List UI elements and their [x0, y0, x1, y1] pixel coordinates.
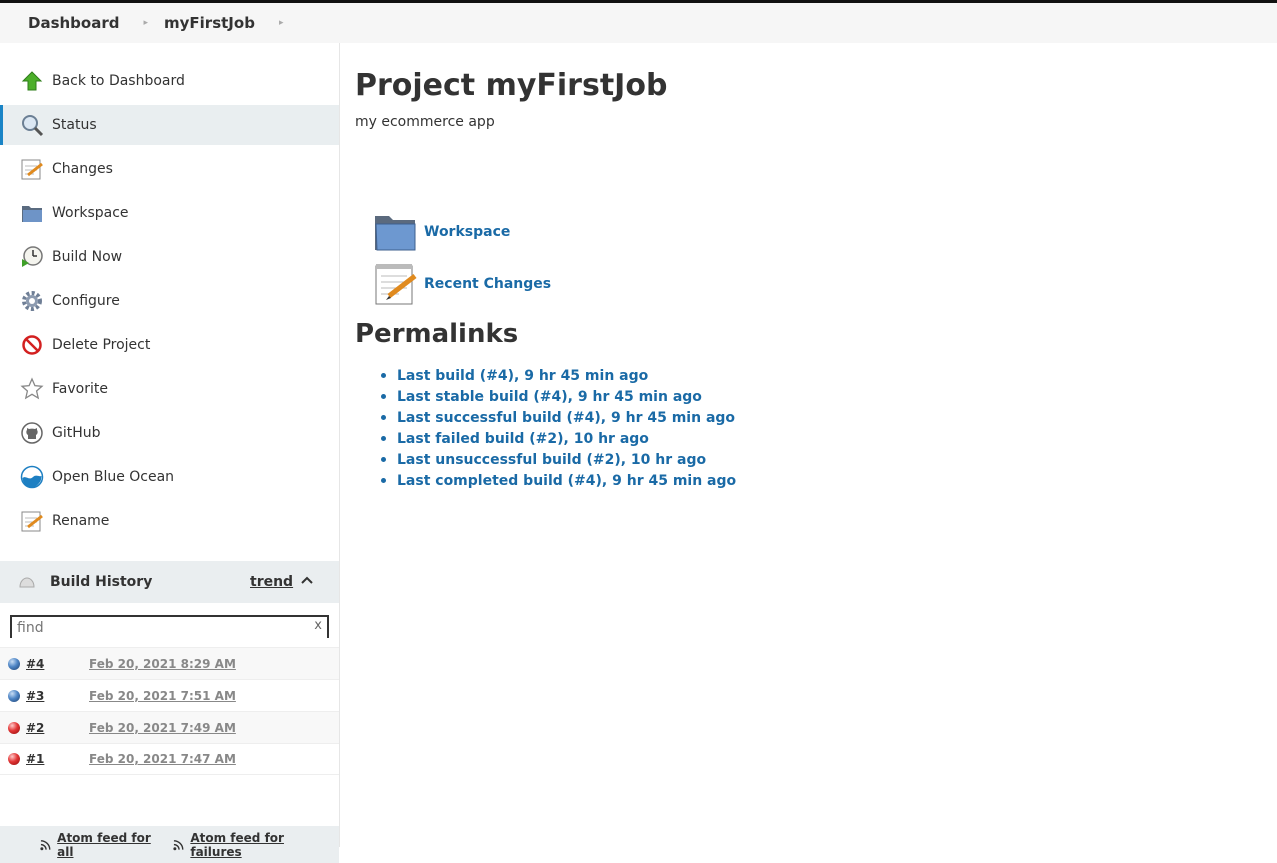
project-description: my ecommerce app — [355, 114, 495, 130]
atom-feed-failures-label: Atom feed for failures — [190, 830, 284, 859]
permalink-last-build[interactable]: Last build (#4), 9 hr 45 min ago — [397, 368, 648, 384]
task-changes[interactable]: Changes — [0, 149, 339, 189]
chevron-up-icon[interactable] — [300, 573, 314, 591]
atom-feeds: Atom feed for all Atom feed for failures — [0, 826, 339, 863]
build-history-title: Build History — [50, 574, 153, 590]
clear-search-button[interactable]: x — [314, 618, 322, 633]
build-row: #4 Feb 20, 2021 8:29 AM — [0, 647, 339, 679]
clock-icon — [19, 244, 45, 270]
breadcrumb-job[interactable]: myFirstJob — [164, 14, 255, 32]
breadcrumb-separator-icon[interactable]: ▸ — [279, 18, 284, 28]
atom-feed-all-label: Atom feed for all — [57, 830, 151, 859]
page-title: Project myFirstJob — [355, 68, 668, 103]
build-number-link[interactable]: #2 — [26, 721, 89, 735]
task-favorite[interactable]: Favorite — [0, 369, 339, 409]
rss-icon — [40, 839, 51, 850]
task-label: Delete Project — [52, 337, 151, 353]
build-search: x — [10, 615, 329, 638]
task-label: Configure — [52, 293, 120, 309]
notepad-icon — [373, 262, 417, 306]
permalink-item: Last successful build (#4), 9 hr 45 min … — [379, 407, 736, 428]
atom-feed-failures-link[interactable]: Atom feed for failures — [173, 831, 329, 859]
task-label: Back to Dashboard — [52, 73, 185, 89]
build-number-link[interactable]: #4 — [26, 657, 89, 671]
build-date-link[interactable]: Feb 20, 2021 7:51 AM — [89, 689, 236, 703]
task-label: Changes — [52, 161, 113, 177]
notepad-icon — [19, 156, 45, 182]
up-arrow-icon — [19, 68, 45, 94]
no-entry-icon — [19, 332, 45, 358]
permalink-item: Last completed build (#4), 9 hr 45 min a… — [379, 470, 736, 491]
permalinks-heading: Permalinks — [355, 319, 519, 349]
task-workspace[interactable]: Workspace — [0, 193, 339, 233]
folder-icon — [19, 200, 45, 226]
task-label: Open Blue Ocean — [52, 469, 175, 485]
permalink-item: Last build (#4), 9 hr 45 min ago — [379, 365, 736, 386]
star-icon — [19, 376, 45, 402]
status-ball-icon[interactable] — [8, 721, 20, 734]
build-number-link[interactable]: #1 — [26, 752, 89, 766]
task-open-blue-ocean[interactable]: Open Blue Ocean — [0, 457, 339, 497]
task-status[interactable]: Status — [0, 105, 339, 145]
task-configure[interactable]: Configure — [0, 281, 339, 321]
build-date-link[interactable]: Feb 20, 2021 7:47 AM — [89, 752, 236, 766]
github-icon — [19, 420, 45, 446]
build-number-link[interactable]: #3 — [26, 689, 89, 703]
build-history-header: Build History trend — [0, 561, 339, 603]
breadcrumb-dashboard[interactable]: Dashboard — [28, 14, 119, 32]
rss-icon — [173, 839, 184, 850]
permalink-last-successful-build[interactable]: Last successful build (#4), 9 hr 45 min … — [397, 410, 735, 426]
task-label: Favorite — [52, 381, 108, 397]
build-row: #3 Feb 20, 2021 7:51 AM — [0, 679, 339, 711]
blue-ocean-icon — [19, 464, 45, 490]
recent-changes-link[interactable]: Recent Changes — [373, 262, 551, 306]
status-ball-icon[interactable] — [8, 753, 20, 765]
permalink-item: Last failed build (#2), 10 hr ago — [379, 428, 736, 449]
permalink-last-completed-build[interactable]: Last completed build (#4), 9 hr 45 min a… — [397, 473, 736, 489]
status-ball-icon[interactable] — [8, 689, 20, 702]
recent-changes-link-label: Recent Changes — [424, 276, 552, 292]
task-label: Workspace — [52, 205, 129, 221]
permalink-last-unsuccessful-build[interactable]: Last unsuccessful build (#2), 10 hr ago — [397, 452, 706, 468]
task-label: GitHub — [52, 425, 101, 441]
permalinks-list: Last build (#4), 9 hr 45 min ago Last st… — [379, 365, 736, 491]
status-ball-icon[interactable] — [8, 657, 20, 670]
permalink-last-stable-build[interactable]: Last stable build (#4), 9 hr 45 min ago — [397, 389, 702, 405]
task-back-to-dashboard[interactable]: Back to Dashboard — [0, 61, 339, 101]
atom-feed-all-link[interactable]: Atom feed for all — [40, 831, 163, 859]
task-delete-project[interactable]: Delete Project — [0, 325, 339, 365]
gear-icon — [19, 288, 45, 314]
build-date-link[interactable]: Feb 20, 2021 7:49 AM — [89, 721, 236, 735]
sidebar: Back to Dashboard Status Changes Workspa… — [0, 43, 340, 863]
permalink-item: Last stable build (#4), 9 hr 45 min ago — [379, 386, 736, 407]
task-label: Build Now — [52, 249, 123, 265]
breadcrumb: Dashboard ▸ myFirstJob ▸ — [0, 3, 1277, 43]
build-date-link[interactable]: Feb 20, 2021 8:29 AM — [89, 657, 236, 671]
task-label: Rename — [52, 513, 110, 529]
build-row: #1 Feb 20, 2021 7:47 AM — [0, 743, 339, 775]
build-search-input[interactable] — [12, 618, 327, 638]
build-history-icon — [18, 575, 36, 589]
task-github[interactable]: GitHub — [0, 413, 339, 453]
build-row: #2 Feb 20, 2021 7:49 AM — [0, 711, 339, 743]
trend-link[interactable]: trend — [250, 574, 293, 590]
permalink-item: Last unsuccessful build (#2), 10 hr ago — [379, 449, 736, 470]
workspace-link-label: Workspace — [424, 224, 511, 240]
task-rename[interactable]: Rename — [0, 501, 339, 541]
folder-icon — [373, 210, 417, 254]
notepad-icon — [19, 508, 45, 534]
workspace-link[interactable]: Workspace — [373, 210, 510, 254]
magnifier-icon — [19, 112, 45, 138]
task-label: Status — [52, 117, 97, 133]
build-list: #4 Feb 20, 2021 8:29 AM #3 Feb 20, 2021 … — [0, 647, 339, 775]
task-build-now[interactable]: Build Now — [0, 237, 339, 277]
permalink-last-failed-build[interactable]: Last failed build (#2), 10 hr ago — [397, 431, 649, 447]
breadcrumb-separator-icon[interactable]: ▸ — [143, 18, 148, 28]
